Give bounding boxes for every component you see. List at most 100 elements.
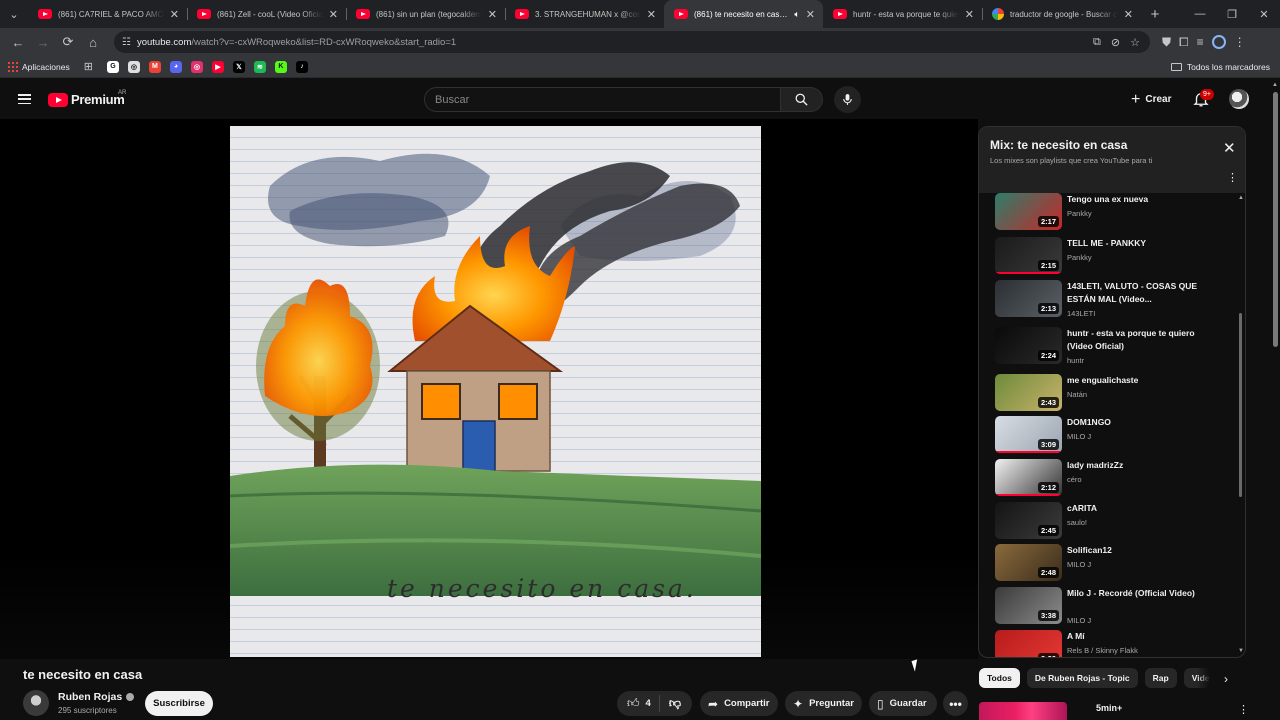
tab-search-chevron-icon[interactable]: ⌄	[0, 0, 28, 28]
page-scroll-thumb[interactable]	[1273, 92, 1278, 347]
browser-tab[interactable]: (861) te necesito en casa - Yo 🔈︎ ✕	[664, 0, 823, 28]
sparkle-icon: ✦	[793, 696, 804, 711]
cast-icon[interactable]: ⧉	[1093, 36, 1101, 49]
search-input[interactable]	[435, 93, 780, 106]
share-button[interactable]: ➦ Compartir	[700, 691, 778, 716]
browser-tab[interactable]: (861) sin un plan (tegocalderon ✕	[346, 0, 505, 28]
apps-bookmark[interactable]: Aplicaciones	[8, 61, 70, 72]
media-controls-icon[interactable]: ≡	[1197, 35, 1204, 49]
mix-list-item[interactable]: 2:12 lady madrizZz céro	[995, 459, 1225, 499]
close-tab-icon[interactable]: ✕	[170, 8, 179, 21]
create-button[interactable]: + Crear	[1123, 88, 1179, 111]
mix-item-title: cARITA	[1067, 503, 1098, 513]
browser-tab[interactable]: huntr - esta va porque te quiero ✕	[823, 0, 982, 28]
more-actions-button[interactable]: •••	[943, 691, 968, 716]
browser-tab[interactable]: (861) Zell - cooL (Video Oficial) ✕	[187, 0, 346, 28]
browser-tab[interactable]: 3. STRANGEHUMAN x @cosmi ✕	[505, 0, 664, 28]
close-window-icon[interactable]: ✕	[1248, 8, 1280, 21]
filter-chip[interactable]: Todos	[979, 668, 1020, 688]
guide-menu-icon[interactable]	[18, 94, 31, 104]
gmail-bookmark-icon[interactable]: M	[148, 60, 161, 73]
close-tab-icon[interactable]: ✕	[1124, 8, 1133, 21]
mix-title[interactable]: Mix: te necesito en casa	[990, 138, 1127, 152]
forward-icon[interactable]: →	[31, 30, 55, 54]
home-icon[interactable]: ⌂	[81, 30, 105, 54]
close-icon[interactable]: ✕	[1223, 141, 1236, 156]
next-video-menu-icon[interactable]: ⋮	[1238, 703, 1249, 716]
page-scrollbar[interactable]: ▲	[1271, 80, 1280, 720]
mix-list-item[interactable]: 2:45 cARITA saulo!	[995, 502, 1225, 542]
kick-bookmark-icon[interactable]: K	[274, 60, 287, 73]
mix-item-title: huntr - esta va porque te quiero (Video …	[1067, 328, 1195, 351]
close-tab-icon[interactable]: ✕	[647, 8, 656, 21]
mix-list-item[interactable]: 2:24 huntr - esta va porque te quiero (Vi…	[995, 327, 1225, 367]
chevron-right-icon[interactable]: ›	[1224, 672, 1228, 686]
site-info-icon[interactable]: ☷	[122, 37, 131, 48]
like-button[interactable]: 👍︎ 4	[617, 695, 660, 712]
chatgpt-bookmark-icon[interactable]: ◎	[127, 60, 140, 73]
video-player[interactable]: te necesito en casa.	[0, 119, 978, 659]
google-bookmark-icon[interactable]: G	[106, 60, 119, 73]
channel-avatar[interactable]	[23, 690, 49, 716]
subscribe-button[interactable]: Suscribirse	[145, 691, 213, 716]
scroll-down-arrow-icon[interactable]: ▼	[1238, 648, 1244, 654]
extension-shield-icon[interactable]: ⛊	[1162, 35, 1171, 50]
tab-groups-icon[interactable]: ⊞	[84, 60, 93, 73]
mouse-cursor-icon	[911, 659, 921, 672]
account-avatar[interactable]	[1229, 89, 1249, 109]
youtube-premium-logo[interactable]: Premium	[48, 92, 125, 107]
mix-list-item[interactable]: 2:13 143LETI, VALUTO - COSAS QUE ESTÁN MA…	[995, 280, 1225, 320]
mix-item-thumbnail: 3:09	[995, 416, 1062, 453]
browser-profile-icon[interactable]	[1211, 35, 1226, 49]
save-button[interactable]: ▯ Guardar	[869, 691, 937, 716]
filter-chip[interactable]: Rap	[1144, 668, 1177, 688]
filter-chip[interactable]: De Ruben Rojas - Topic	[1026, 668, 1138, 688]
reload-icon[interactable]: ⟳	[56, 30, 80, 54]
close-tab-icon[interactable]: ✕	[329, 8, 338, 21]
minimize-icon[interactable]: —	[1184, 8, 1216, 21]
next-video-thumbnail[interactable]	[979, 702, 1067, 720]
dislike-button[interactable]: 👎︎	[660, 696, 690, 711]
youtube-bookmark-icon[interactable]: ▶	[211, 60, 224, 73]
close-tab-icon[interactable]: ✕	[488, 8, 497, 21]
discord-bookmark-icon[interactable]: ◕	[169, 60, 182, 73]
url-path: /watch?v=-cxWRoqweko&list=RD-cxWRoqweko&…	[191, 36, 457, 48]
mix-list-item[interactable]: 2:17 Tengo una ex nueva Pankky	[995, 193, 1225, 233]
mix-scrollbar[interactable]	[1239, 313, 1242, 497]
mix-list-item[interactable]: 3:38 Milo J - Recordé (Official Video) MIL…	[995, 587, 1225, 627]
extensions-puzzle-icon[interactable]: ⧠	[1179, 35, 1189, 50]
tab-audio-icon[interactable]: 🔈︎	[794, 9, 799, 20]
thumbs-up-icon: 👍︎	[627, 696, 640, 710]
search-button[interactable]	[781, 87, 823, 112]
filter-chip[interactable]: Videos	[1183, 668, 1210, 688]
mix-list-item[interactable]: 3:29 A Mí Rels B / Skinny Flakk	[995, 630, 1225, 657]
mix-list-item[interactable]: 3:09 DOM1NGO MILO J	[995, 416, 1225, 456]
all-bookmarks[interactable]: Todos los marcadores	[1170, 62, 1270, 72]
mix-list-item[interactable]: 2:15 TELL ME - PANKKY Pankky	[995, 237, 1225, 277]
mix-list-item[interactable]: 2:43 me engualichaste Natán	[995, 374, 1225, 414]
mix-menu-icon[interactable]: ⋮	[1227, 173, 1238, 184]
spotify-bookmark-icon[interactable]: ≋	[253, 60, 266, 73]
close-tab-icon[interactable]: ✕	[806, 8, 815, 21]
scroll-up-arrow-icon[interactable]: ▲	[1238, 195, 1244, 201]
apps-label: Aplicaciones	[22, 61, 70, 72]
instagram-bookmark-icon[interactable]: ◎	[190, 60, 203, 73]
voice-search-button[interactable]	[834, 86, 861, 113]
browser-menu-icon[interactable]: ⋮	[1234, 35, 1246, 49]
x-bookmark-icon[interactable]: 𝕏	[232, 60, 245, 73]
bookmark-star-icon[interactable]: ☆	[1130, 36, 1140, 49]
browser-tab[interactable]: traductor de google - Buscar co ✕	[982, 0, 1141, 28]
browser-tab[interactable]: (861) CA7RIEL & PACO AMOROSO ✕	[28, 0, 187, 28]
tiktok-bookmark-icon[interactable]: ♪	[295, 60, 308, 73]
channel-name[interactable]: Ruben Rojas	[58, 691, 135, 703]
tracking-protection-icon[interactable]: ⊘	[1111, 36, 1120, 49]
mix-item-duration: 2:48	[1037, 567, 1059, 578]
mix-list-item[interactable]: 2:48 Solifican12 MILO J	[995, 544, 1225, 584]
restore-icon[interactable]: ❐	[1216, 8, 1248, 21]
close-tab-icon[interactable]: ✕	[965, 8, 974, 21]
page-scroll-up-icon[interactable]: ▲	[1272, 82, 1278, 88]
back-icon[interactable]: ←	[6, 30, 30, 54]
address-bar[interactable]: ☷ youtube.com/watch?v=-cxWRoqweko&list=R…	[114, 31, 1150, 53]
ask-button[interactable]: ✦ Preguntar	[785, 691, 862, 716]
new-tab-button[interactable]: +	[1141, 6, 1169, 23]
